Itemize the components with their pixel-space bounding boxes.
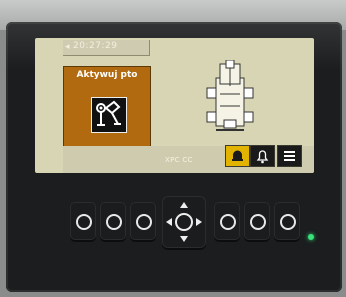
circle-icon [106,214,122,230]
hardware-button-5[interactable] [244,202,270,240]
warning-icon [232,150,243,161]
status-text: XPC CC [165,156,193,164]
clock: 20:27:29 [73,41,118,51]
hardware-button-2[interactable] [100,202,126,240]
navigation-dpad[interactable] [162,196,206,248]
circle-icon [250,214,266,230]
clock-bar[interactable]: ◂ 20:27:29 [63,40,150,56]
tractor-top-view-icon [206,60,254,131]
circle-icon [220,214,236,230]
circle-icon [280,214,296,230]
terminal-screen: ◂ 20:27:29 Aktywuj pto XPC CC [35,38,314,173]
hardware-button-1[interactable] [70,202,96,240]
circle-icon [76,214,92,230]
bell-icon [256,150,269,164]
dpad-arrows-icon [166,202,202,242]
power-led [308,234,314,240]
circle-icon [136,214,152,230]
menu-icon [284,151,295,161]
warning-softkey[interactable] [225,145,250,167]
pto-activate-button[interactable]: Aktywuj pto [63,66,151,152]
pto-title: Aktywuj pto [76,70,138,80]
back-icon[interactable]: ◂ [65,42,70,52]
bell-softkey[interactable] [250,145,275,167]
pto-icon [91,97,127,133]
menu-softkey[interactable] [277,145,302,167]
hardware-button-6[interactable] [274,202,300,240]
hardware-button-4[interactable] [214,202,240,240]
hardware-button-row [56,196,306,252]
hardware-button-3[interactable] [130,202,156,240]
